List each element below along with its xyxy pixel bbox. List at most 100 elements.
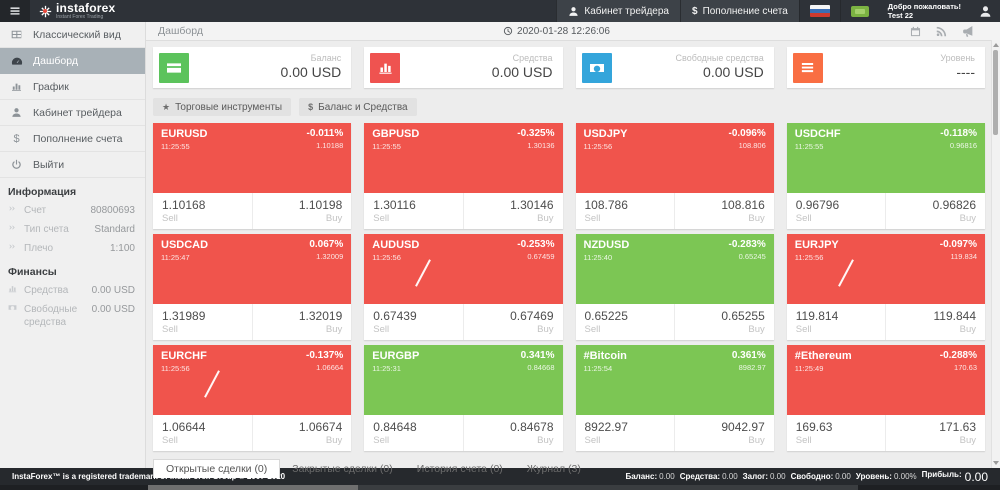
sell-quote[interactable]: 169.63Sell [787,415,886,451]
sidebar-item-label: Выйти [33,159,64,171]
megaphone-icon[interactable] [962,25,974,37]
free-margin-value: 0.00 USD [676,64,764,82]
instrument-tile-usdjpy[interactable]: USDJPY11:25:56-0.096%108.806108.786Sell1… [576,123,774,229]
free-margin-card: Свободные средства 0.00 USD [576,47,774,88]
sidebar-item-dashboard[interactable]: Дашборд [0,48,145,74]
deposit-label: Пополнение счета [703,6,788,17]
last-price: 0.65245 [729,252,766,261]
buy-quote[interactable]: 1.10198Buy [252,193,352,229]
buy-quote[interactable]: 1.32019Buy [252,304,352,340]
tab-open-trades[interactable]: Открытые сделки (0) [153,459,280,478]
instrument-symbol: AUDUSD [372,239,419,251]
sell-quote[interactable]: 0.65225Sell [576,304,675,340]
balance-and-funds-button[interactable]: $ Баланс и Средства [299,98,417,116]
sell-price: 1.10168 [162,198,243,213]
instrument-symbol: GBPUSD [372,128,419,140]
buy-quote[interactable]: 108.816Buy [674,193,774,229]
buy-quote[interactable]: 9042.97Buy [674,415,774,451]
sell-quote[interactable]: 1.10168Sell [153,193,252,229]
scroll-up-arrow[interactable] [993,43,999,47]
instrument-tile-eurchf[interactable]: EURCHF11:25:56-0.137%1.066641.06644Sell1… [153,345,351,451]
vertical-scrollbar[interactable] [991,40,1000,468]
language-flag-russian[interactable] [799,0,840,22]
sell-label: Sell [162,435,243,447]
buy-quote[interactable]: 171.63Buy [885,415,985,451]
sell-quote[interactable]: 1.31989Sell [153,304,252,340]
buy-label: Buy [473,324,554,336]
sell-quote[interactable]: 8922.97Sell [576,415,675,451]
toolbar: ★ Торговые инструменты $ Баланс и Средст… [153,98,985,116]
buy-quote[interactable]: 0.84678Buy [463,415,563,451]
instrument-tile-eurusd[interactable]: EURUSD11:25:55-0.011%1.101881.10168Sell1… [153,123,351,229]
hamburger-menu-button[interactable] [0,0,30,22]
sell-quote[interactable]: 119.814Sell [787,304,886,340]
trading-instruments-button[interactable]: ★ Торговые инструменты [153,98,291,116]
sidebar-item-logout[interactable]: Выйти [0,152,145,178]
last-price: 170.63 [940,363,977,372]
finance-row-free-margin: Свободные средства 0.00 USD [0,300,145,332]
quote-time: 11:25:56 [584,142,628,151]
buy-quote[interactable]: 0.65255Buy [674,304,774,340]
instrument-tile-usdchf[interactable]: USDCHF11:25:55-0.118%0.968160.96796Sell0… [787,123,985,229]
tab-journal[interactable]: Журнал (3) [515,460,593,478]
sidebar-item-chart[interactable]: График [0,74,145,100]
buy-label: Buy [684,435,765,447]
sell-label: Sell [796,435,877,447]
calendar-icon[interactable] [910,26,921,37]
buy-quote[interactable]: 119.844Buy [885,304,985,340]
buy-quote[interactable]: 0.67469Buy [463,304,563,340]
buy-quote[interactable]: 1.30146Buy [463,193,563,229]
welcome-message: Добро пожаловать! Test 22 [879,0,970,22]
sell-quote[interactable]: 108.786Sell [576,193,675,229]
sidebar-item-deposit[interactable]: $ Пополнение счета [0,126,145,152]
menu-lines-icon [793,53,823,83]
sell-quote[interactable]: 1.30116Sell [364,193,463,229]
instrument-tile-audusd[interactable]: AUDUSD11:25:56-0.253%0.674590.67439Sell0… [364,234,562,340]
sell-quote[interactable]: 0.84648Sell [364,415,463,451]
sell-quote[interactable]: 0.96796Sell [787,193,886,229]
buy-quote[interactable]: 1.06674Buy [252,415,352,451]
instrument-tile-ethereum[interactable]: #Ethereum11:25:49-0.288%170.63169.63Sell… [787,345,985,451]
sidebar-item-trader-cabinet[interactable]: Кабинет трейдера [0,100,145,126]
tile-header: #Bitcoin11:25:540.361%8982.97 [576,345,774,415]
instrument-tile-nzdusd[interactable]: NZDUSD11:25:40-0.283%0.652450.65225Sell0… [576,234,774,340]
tab-account-history[interactable]: История счета (0) [405,460,515,478]
buy-quote[interactable]: 0.96826Buy [885,193,985,229]
last-price: 0.84668 [521,363,555,372]
instrument-tile-eurgbp[interactable]: EURGBP11:25:310.341%0.846680.84648Sell0.… [364,345,562,451]
logo[interactable]: instaforex Instant Forex Trading [30,0,125,22]
sell-price: 0.96796 [796,198,877,213]
instrument-tile-eurjpy[interactable]: EURJPY11:25:56-0.097%119.834119.814Sell1… [787,234,985,340]
last-price: 1.30136 [517,141,554,150]
buy-price: 1.10198 [262,198,343,213]
scrollbar-thumb[interactable] [148,485,358,490]
buy-price: 0.96826 [895,198,976,213]
horizontal-scrollbar[interactable] [0,485,1000,490]
instrument-tile-gbpusd[interactable]: GBPUSD11:25:55-0.325%1.301361.30116Sell1… [364,123,562,229]
margin-level-value: ---- [940,64,975,82]
tile-header: #Ethereum11:25:49-0.288%170.63 [787,345,985,415]
scrollbar-thumb[interactable] [993,50,998,135]
buy-label: Buy [262,435,343,447]
scroll-down-arrow[interactable] [993,461,999,465]
sidebar-item-classic-view[interactable]: Классический вид [0,22,145,48]
user-avatar-button[interactable] [970,0,1000,22]
chevrons-icon [8,242,24,255]
quote-time: 11:25:31 [372,364,419,373]
last-price: 0.96816 [940,141,977,150]
instrument-tile-usdcad[interactable]: USDCAD11:25:470.067%1.320091.31989Sell1.… [153,234,351,340]
instrument-tile-bitcoin[interactable]: #Bitcoin11:25:540.361%8982.978922.97Sell… [576,345,774,451]
equity-card: Средства 0.00 USD [364,47,562,88]
russian-flag-icon [810,5,830,17]
instrument-symbol: EURUSD [161,128,207,140]
sell-quote[interactable]: 0.67439Sell [364,304,463,340]
deposit-button[interactable]: $ Пополнение счета [680,0,799,22]
instrument-symbol: #Bitcoin [584,350,627,362]
currency-selector[interactable] [840,0,879,22]
quote-time: 11:25:55 [372,142,419,151]
trader-cabinet-button[interactable]: Кабинет трейдера [556,0,680,22]
rss-icon[interactable] [936,26,947,37]
sell-quote[interactable]: 1.06644Sell [153,415,252,451]
tab-closed-trades[interactable]: Закрытые сделки (0) [280,460,404,478]
gauge-icon [0,55,33,67]
